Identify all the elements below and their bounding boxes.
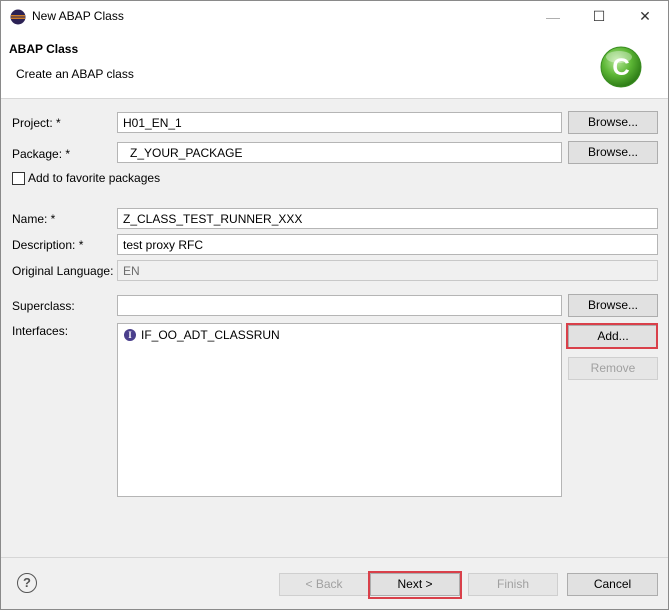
package-label: Package: * (12, 147, 71, 161)
package-browse-button[interactable]: Browse... (568, 141, 658, 164)
eclipse-icon (10, 9, 26, 25)
interfaces-list[interactable]: I IF_OO_ADT_CLASSRUN (117, 323, 562, 497)
page-subtitle: Create an ABAP class (16, 67, 134, 81)
project-field[interactable] (117, 112, 562, 133)
abap-class-icon: C (600, 46, 642, 88)
project-browse-button[interactable]: Browse... (568, 111, 658, 134)
finish-button[interactable]: Finish (468, 573, 558, 596)
original-language-field (117, 260, 658, 281)
favorite-checkbox[interactable] (12, 172, 25, 185)
project-label: Project: * (12, 116, 61, 130)
favorite-label: Add to favorite packages (28, 171, 161, 185)
window-title: New ABAP Class (32, 9, 124, 23)
add-button-highlight (566, 323, 658, 349)
interface-icon: I (124, 329, 136, 341)
help-icon[interactable]: ? (17, 573, 37, 593)
description-label: Description: * (12, 238, 84, 252)
svg-text:C: C (612, 54, 629, 81)
back-button[interactable]: < Back (279, 573, 369, 596)
maximize-button[interactable]: ☐ (576, 1, 622, 32)
original-language-label: Original Language: (12, 264, 114, 278)
name-label: Name: * (12, 212, 56, 226)
close-button[interactable]: ✕ (622, 1, 668, 32)
interfaces-label: Interfaces: (12, 324, 69, 338)
wizard-header: ABAP Class Create an ABAP class C (1, 32, 668, 99)
superclass-field[interactable] (117, 295, 562, 316)
list-item[interactable]: I IF_OO_ADT_CLASSRUN (124, 328, 280, 342)
package-field[interactable] (117, 142, 562, 163)
name-field[interactable] (117, 208, 658, 229)
superclass-browse-button[interactable]: Browse... (568, 294, 658, 317)
page-title: ABAP Class (9, 42, 79, 56)
description-field[interactable] (117, 234, 658, 255)
cancel-button[interactable]: Cancel (567, 573, 658, 596)
minimize-button[interactable]: — (530, 1, 576, 32)
next-button-highlight (368, 571, 462, 599)
remove-interface-button[interactable]: Remove (568, 357, 658, 380)
interface-name: IF_OO_ADT_CLASSRUN (141, 328, 280, 342)
title-bar[interactable]: New ABAP Class — ☐ ✕ (1, 1, 668, 32)
dialog-window: New ABAP Class — ☐ ✕ ABAP Class Create a… (0, 0, 669, 610)
superclass-label: Superclass: (12, 299, 75, 313)
footer-separator (1, 557, 668, 558)
